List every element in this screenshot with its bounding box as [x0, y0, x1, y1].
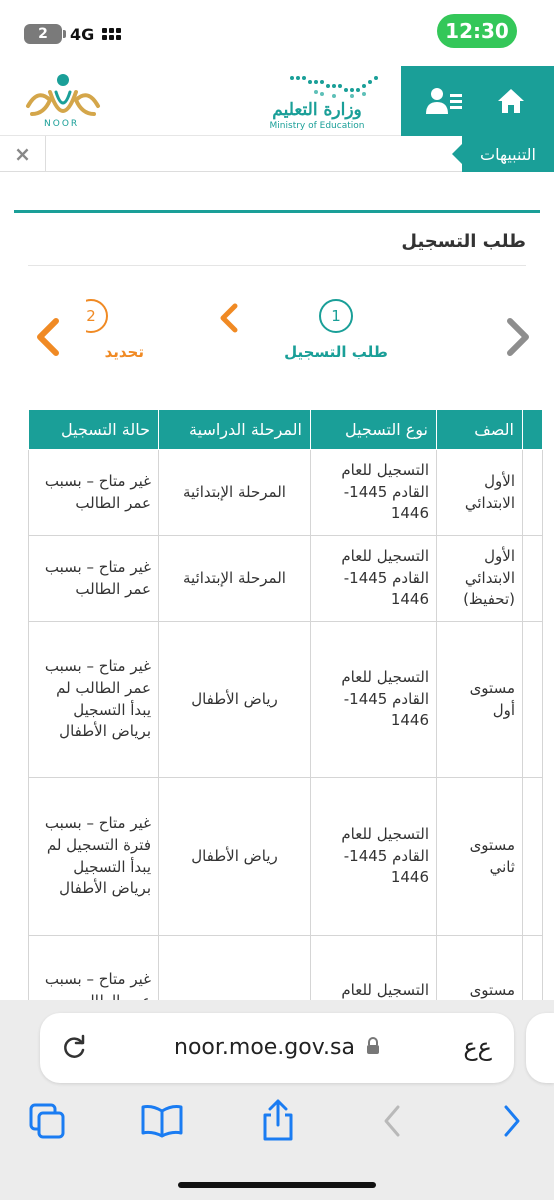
status-cell: غير متاح – بسبب فترة التسجيل لم يبدأ الت…: [28, 777, 159, 936]
status-bar: 2 4G 12:30: [0, 0, 554, 66]
page-settings-button[interactable]: ﻉﻉ: [463, 1033, 492, 1061]
tabs-icon[interactable]: [25, 1099, 69, 1143]
type-cell: التسجيل للعام القادم 1445-1446: [310, 621, 437, 778]
col-header-stage: المرحلة الدراسية: [158, 409, 311, 450]
registration-table: الصف نوع التسجيل المرحلة الدراسية حالة ا…: [28, 409, 543, 1046]
type-cell: التسجيل للعام القادم 1445-1446: [310, 777, 437, 936]
share-icon[interactable]: [256, 1099, 300, 1143]
stage-cell: رياض الأطفال: [158, 621, 311, 778]
col-header-grade: الصف: [436, 409, 523, 450]
stage-cell: المرحلة الإبتدائية: [158, 535, 311, 622]
grade-cell: الأول الابتدائي: [436, 449, 523, 536]
ministry-name: وزارة التعليم: [272, 100, 362, 120]
step-2[interactable]: 2 تحديد: [84, 299, 144, 361]
grade-cell: مستوى ثاني: [436, 777, 523, 936]
notifications-bar: × التنبيهات: [0, 136, 554, 172]
table-row[interactable]: مستوى أول التسجيل للعام القادم 1445-1446…: [28, 621, 543, 778]
grade-cell: مستوى أول: [436, 621, 523, 778]
battery-indicator: 2: [24, 24, 66, 44]
col-header-select: [522, 409, 543, 450]
prev-step-arrow[interactable]: [34, 317, 62, 364]
address-bar[interactable]: noor.moe.gov.sa ﻉﻉ: [40, 1013, 514, 1083]
url-value: noor.moe.gov.sa: [174, 1035, 355, 1060]
col-header-type: نوع التسجيل: [310, 409, 437, 450]
clock: 12:30: [437, 14, 517, 48]
forward-icon[interactable]: [490, 1099, 534, 1143]
row-select-cell[interactable]: [522, 449, 543, 536]
step-separator-arrow: [218, 301, 240, 341]
registration-card: طلب التسجيل 1 طلب التسجيل 2 تحديد الصف ن…: [14, 210, 543, 1046]
table-row[interactable]: مستوى ثاني التسجيل للعام القادم 1445-144…: [28, 777, 543, 936]
type-cell: التسجيل للعام القادم 1445-1446: [310, 535, 437, 622]
app-header: وزارة التعليم Ministry of Education: [0, 66, 554, 136]
network-label: 4G: [70, 24, 95, 44]
type-cell: التسجيل للعام القادم 1445-1446: [310, 449, 437, 536]
stage-cell: رياض الأطفال: [158, 777, 311, 936]
back-icon[interactable]: [370, 1099, 414, 1143]
next-step-arrow[interactable]: [504, 317, 532, 364]
home-icon[interactable]: [486, 76, 536, 126]
status-cell: غير متاح – بسبب عمر الطالب لم يبدأ التسج…: [28, 621, 159, 778]
next-tab-peek[interactable]: [526, 1013, 554, 1083]
notifications-label[interactable]: التنبيهات: [452, 136, 554, 172]
user-list-icon[interactable]: [419, 76, 469, 126]
header-actions: [401, 66, 554, 136]
signal-icon: [102, 28, 122, 40]
status-cell: غير متاح – بسبب عمر الطالب: [28, 535, 159, 622]
close-icon[interactable]: ×: [0, 136, 46, 172]
status-cell: غير متاح – بسبب عمر الطالب: [28, 449, 159, 536]
lock-icon: [366, 1036, 380, 1061]
table-row[interactable]: الأول الابتدائي (تحفيظ) التسجيل للعام ال…: [28, 535, 543, 622]
noor-label: NOOR: [44, 119, 80, 129]
col-header-status: حالة التسجيل: [28, 409, 159, 450]
step-2-label: تحديد: [104, 343, 144, 361]
step-1-number: 1: [319, 299, 353, 333]
table-header-row: الصف نوع التسجيل المرحلة الدراسية حالة ا…: [28, 409, 543, 450]
table-row[interactable]: الأول الابتدائي التسجيل للعام القادم 144…: [28, 449, 543, 536]
browser-toolbar-area: noor.moe.gov.sa ﻉﻉ: [0, 1000, 554, 1200]
row-select-cell[interactable]: [522, 621, 543, 778]
home-indicator: [178, 1182, 376, 1188]
wizard-steps: 1 طلب التسجيل 2 تحديد: [14, 293, 540, 383]
row-select-cell[interactable]: [522, 777, 543, 936]
stage-cell: المرحلة الإبتدائية: [158, 449, 311, 536]
step-1-label: طلب التسجيل: [284, 343, 388, 361]
grade-cell: الأول الابتدائي (تحفيظ): [436, 535, 523, 622]
url-text[interactable]: noor.moe.gov.sa: [40, 1035, 514, 1061]
bookmarks-icon[interactable]: [140, 1099, 184, 1143]
step-1[interactable]: 1 طلب التسجيل: [276, 299, 396, 361]
browser-toolbar: [0, 1095, 554, 1145]
step-2-number: 2: [86, 299, 108, 333]
status-left: 2 4G: [24, 24, 122, 44]
row-select-cell[interactable]: [522, 535, 543, 622]
divider: [28, 265, 526, 266]
ministry-subtitle: Ministry of Education: [269, 121, 365, 131]
page-title: طلب التسجيل: [401, 231, 526, 252]
